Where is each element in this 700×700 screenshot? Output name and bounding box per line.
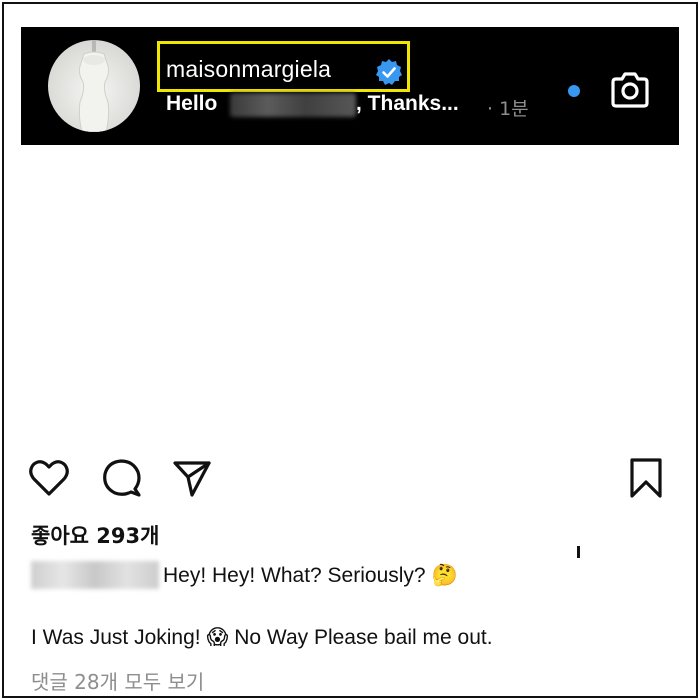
message-preview-text: , Thanks... <box>356 92 459 115</box>
view-all-comments-link[interactable]: 댓글 28개 모두 보기 <box>31 666 204 695</box>
message-preview-greeting: Hello <box>166 92 218 115</box>
text-cursor-mark <box>577 546 580 558</box>
caption-line-2-text-a: I Was Just Joking! <box>31 626 201 649</box>
screaming-face-emoji: 😱 <box>206 625 229 649</box>
mannequin-icon <box>78 40 110 132</box>
redacted-commenter-username <box>31 561 159 589</box>
caption-line-2: I Was Just Joking! 😱 No Way Please bail … <box>31 625 493 650</box>
bookmark-icon[interactable] <box>624 456 668 500</box>
caption-line-2-text-b: No Way Please bail me out. <box>234 626 493 649</box>
share-icon[interactable] <box>170 456 214 500</box>
unread-dot <box>568 85 580 97</box>
heart-icon[interactable] <box>27 456 71 500</box>
thinking-face-emoji: 🤔 <box>431 563 458 587</box>
comment-icon[interactable] <box>100 456 144 500</box>
message-time: · 1분 <box>487 98 529 120</box>
like-count[interactable]: 좋아요 293개 <box>31 520 159 550</box>
caption-line-1-text: Hey! Hey! What? Seriously? <box>163 564 426 587</box>
redacted-recipient-name <box>230 93 356 117</box>
camera-icon[interactable] <box>608 70 652 110</box>
verified-badge-icon <box>376 59 402 85</box>
caption-line-1: Hey! Hey! What? Seriously? 🤔 <box>163 563 458 588</box>
avatar[interactable] <box>48 40 140 132</box>
sender-username[interactable]: maisonmargiela <box>166 56 331 83</box>
